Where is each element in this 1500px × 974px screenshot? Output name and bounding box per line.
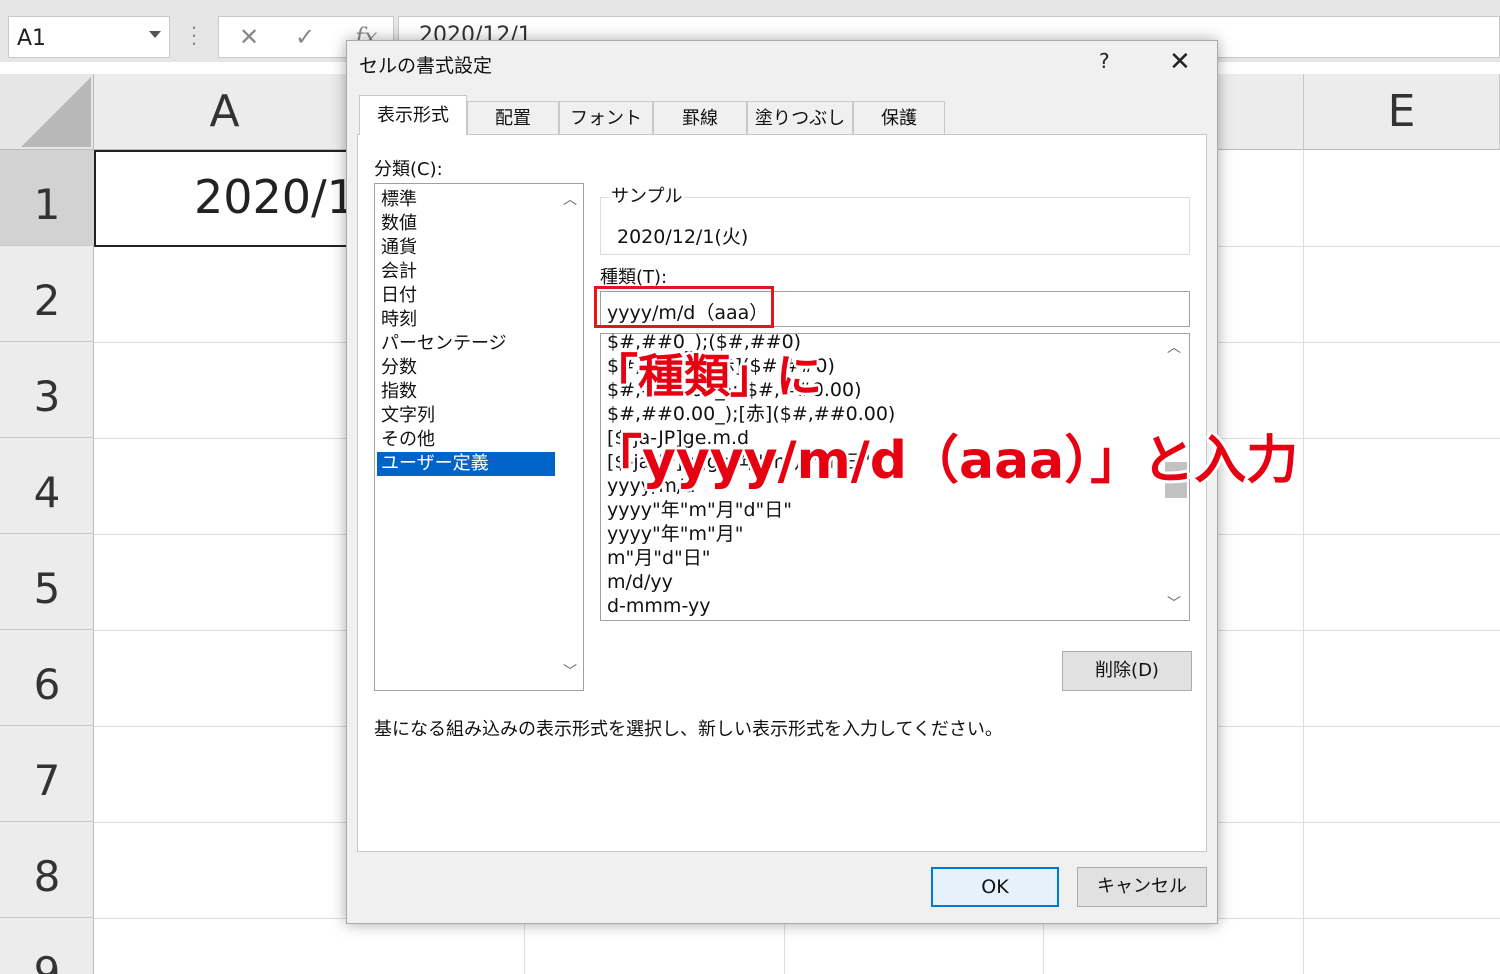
category-number[interactable]: 数値 (377, 212, 555, 236)
number-tab-panel: 分類(C): 標準 数値 通貨 会計 日付 時刻 パーセンテージ 分数 指数 文… (357, 134, 1207, 852)
scroll-down-icon[interactable]: ﹀ (557, 660, 583, 684)
category-currency[interactable]: 通貨 (377, 236, 555, 260)
sample-label: サンプル (609, 182, 685, 208)
tab-protection[interactable]: 保護 (853, 101, 945, 135)
ok-button[interactable]: OK (931, 867, 1059, 907)
column-header-e[interactable]: E (1303, 74, 1500, 150)
format-item[interactable]: m/d/yy (607, 570, 673, 594)
tab-fill[interactable]: 塗りつぶし (747, 101, 853, 135)
help-icon[interactable]: ? (1099, 49, 1110, 73)
category-fraction[interactable]: 分数 (377, 356, 555, 380)
format-item[interactable]: yyyy"年"m"月" (607, 522, 743, 546)
tab-number[interactable]: 表示形式 (359, 95, 467, 135)
grid-line (1303, 150, 1304, 974)
scroll-down-icon[interactable]: ﹀ (1161, 592, 1187, 616)
category-scrollbar[interactable]: ︿ ﹀ (557, 184, 583, 690)
dialog-title: セルの書式設定 (359, 55, 493, 77)
category-list[interactable]: 標準 数値 通貨 会計 日付 時刻 パーセンテージ 分数 指数 文字列 その他 … (374, 183, 584, 691)
check-icon[interactable]: ✓ (295, 23, 315, 51)
scroll-up-icon[interactable]: ︿ (557, 188, 583, 212)
category-date[interactable]: 日付 (377, 284, 555, 308)
category-scientific[interactable]: 指数 (377, 380, 555, 404)
description-text: 基になる組み込みの表示形式を選択し、新しい表示形式を入力してください。 (374, 719, 1003, 740)
category-accounting[interactable]: 会計 (377, 260, 555, 284)
row-header-4[interactable]: 4 (0, 438, 94, 534)
row-header-2[interactable]: 2 (0, 246, 94, 342)
select-all-corner[interactable] (0, 74, 94, 150)
cancel-icon[interactable]: ✕ (239, 23, 259, 51)
select-all-icon (21, 77, 91, 147)
name-box-value: A1 (17, 26, 47, 51)
cancel-button[interactable]: キャンセル (1077, 867, 1207, 907)
row-header-7[interactable]: 7 (0, 726, 94, 822)
highlight-box (594, 286, 774, 328)
category-custom[interactable]: ユーザー定義 (377, 452, 555, 476)
row-header-5[interactable]: 5 (0, 534, 94, 630)
category-text[interactable]: 文字列 (377, 404, 555, 428)
more-options-icon[interactable]: · · · (188, 18, 200, 54)
row-header-3[interactable]: 3 (0, 342, 94, 438)
row-header-9[interactable]: 9 (0, 918, 94, 974)
category-label: 分類(C): (374, 159, 443, 180)
tab-font[interactable]: フォント (559, 101, 653, 135)
column-header-a[interactable]: A (94, 74, 356, 150)
category-special[interactable]: その他 (377, 428, 555, 452)
tab-border[interactable]: 罫線 (653, 101, 747, 135)
format-item[interactable]: m"月"d"日" (607, 546, 711, 570)
chevron-down-icon[interactable] (149, 31, 161, 38)
row-header-1[interactable]: 1 (0, 150, 94, 246)
sample-value: 2020/12/1(火) (617, 226, 749, 248)
row-header-8[interactable]: 8 (0, 822, 94, 918)
close-icon[interactable]: ✕ (1169, 47, 1191, 77)
scroll-up-icon[interactable]: ︿ (1161, 336, 1187, 360)
row-header-6[interactable]: 6 (0, 630, 94, 726)
annotation-line-2: 「yyyy/m/d（aaa）」と入力 (590, 431, 1299, 491)
row-header-bar: 1 2 3 4 5 6 7 8 9 (0, 150, 94, 974)
name-box[interactable]: A1 (8, 16, 170, 58)
sample-group: サンプル 2020/12/1(火) (600, 182, 1190, 255)
format-item[interactable]: yyyy"年"m"月"d"日" (607, 498, 792, 522)
tab-alignment[interactable]: 配置 (467, 101, 559, 135)
annotation-line-1: 「種類」に (592, 349, 822, 403)
category-time[interactable]: 時刻 (377, 308, 555, 332)
category-general[interactable]: 標準 (377, 188, 555, 212)
cell-a1[interactable]: 2020/12/1 (94, 150, 430, 247)
format-item[interactable]: d-mmm-yy (607, 594, 710, 618)
delete-button[interactable]: 削除(D) (1062, 651, 1192, 691)
dialog-tabs: 表示形式 配置 フォント 罫線 塗りつぶし 保護 (357, 95, 1207, 135)
category-percentage[interactable]: パーセンテージ (377, 332, 555, 356)
